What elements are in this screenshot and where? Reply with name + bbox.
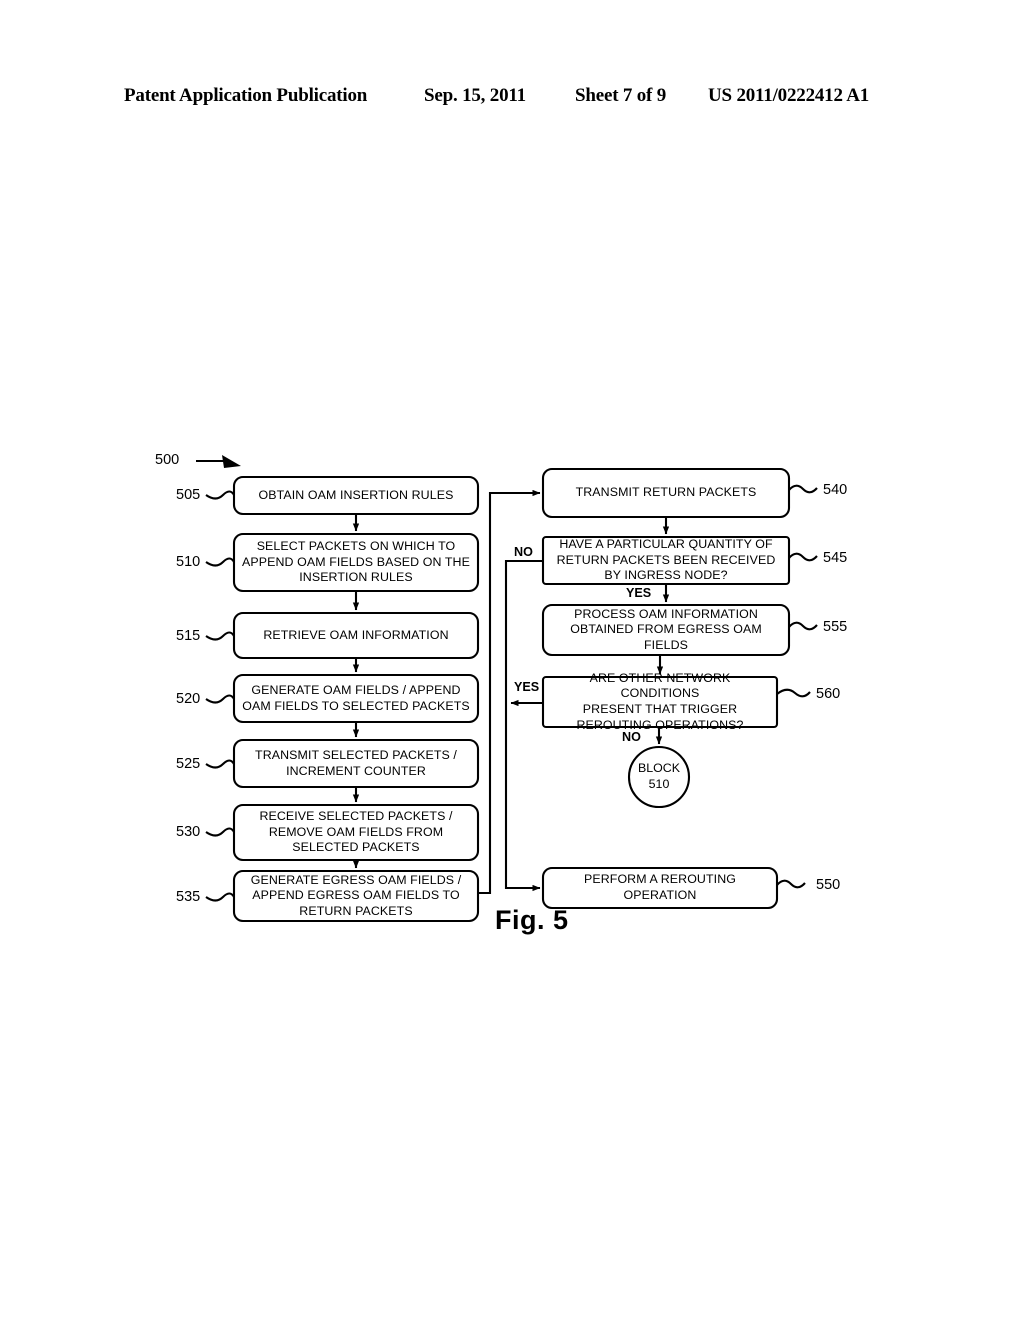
figure-caption: Fig. 5 [495, 905, 569, 935]
ref-label-535: 535 [176, 889, 201, 905]
edge-label-yes-545: YES [626, 586, 652, 600]
edge-label-no-560: NO [622, 730, 641, 744]
node-text-520: GENERATE OAM FIELDS / APPEND OAM FIELDS … [242, 682, 470, 713]
node-text-545: HAVE A PARTICULAR QUANTITY OF RETURN PAC… [556, 537, 776, 583]
connector-circle-line2: 510 [648, 777, 670, 791]
node-text-515: RETRIEVE OAM INFORMATION [263, 627, 449, 642]
ref-label-555: 555 [823, 619, 848, 635]
node-text-555: PROCESS OAM INFORMATION OBTAINED FROM EG… [570, 606, 762, 652]
edge-label-no-545: NO [514, 545, 533, 559]
node-text-510: SELECT PACKETS ON WHICH TO APPEND OAM FI… [242, 539, 470, 585]
ref-label-550: 550 [816, 877, 841, 893]
node-text-525: TRANSMIT SELECTED PACKETS / INCREMENT CO… [255, 747, 457, 778]
ref-label-515: 515 [176, 628, 201, 644]
node-text-560: ARE OTHER NETWORK CONDITIONS PRESENT THA… [576, 670, 744, 732]
ref-label-560: 560 [816, 686, 841, 702]
node-text-540: TRANSMIT RETURN PACKETS [575, 485, 757, 500]
ref-label-520: 520 [176, 691, 201, 707]
node-text-535: GENERATE EGRESS OAM FIELDS / APPEND EGRE… [250, 872, 462, 918]
connector-circle-text: BLOCK 510 [629, 747, 689, 807]
ref-label-540: 540 [823, 482, 848, 498]
ref-label-530: 530 [176, 824, 201, 840]
patent-drawing-page: Patent Application Publication Sep. 15, … [0, 0, 1024, 1320]
node-text-550: PERFORM A REROUTING OPERATION [584, 872, 736, 902]
node-text-530: RECEIVE SELECTED PACKETS / REMOVE OAM FI… [259, 809, 453, 855]
connector-circle-line1: BLOCK [637, 761, 680, 776]
flowchart-text-layer: OBTAIN OAM INSERTION RULES SELECT PACKET… [0, 0, 1024, 1320]
edge-label-yes-560: YES [514, 680, 540, 694]
ref-label-545: 545 [823, 550, 848, 566]
ref-label-510: 510 [176, 554, 201, 570]
ref-label-500: 500 [155, 452, 180, 468]
node-text-505: OBTAIN OAM INSERTION RULES [258, 487, 454, 502]
ref-label-525: 525 [176, 756, 201, 772]
ref-label-505: 505 [176, 487, 201, 503]
